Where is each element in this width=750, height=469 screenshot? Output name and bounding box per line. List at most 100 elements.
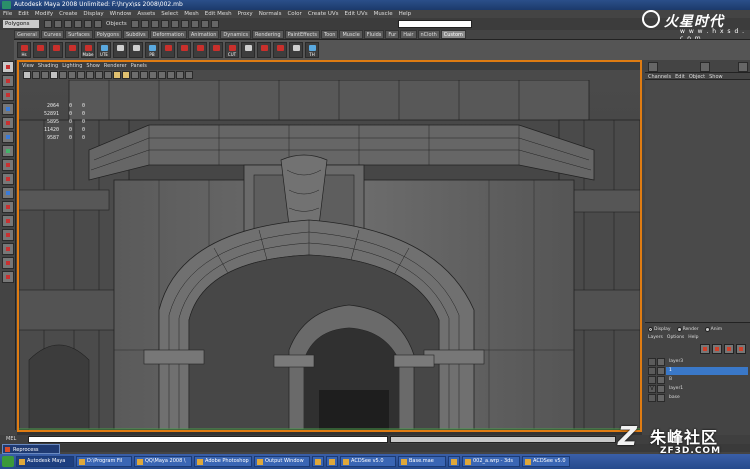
snap-curve-icon[interactable] <box>140 20 149 28</box>
safe-action-icon[interactable] <box>95 71 103 79</box>
layer-mode-option[interactable]: Anim <box>704 327 722 332</box>
command-input[interactable] <box>28 436 388 443</box>
taskbar-item[interactable]: ACDSee v5.0 <box>522 456 570 467</box>
layer-visibility-toggle[interactable] <box>648 367 656 375</box>
shelf-button[interactable]: CUT <box>225 42 239 58</box>
shelf-button[interactable]: Mabe <box>81 42 95 58</box>
layer-row[interactable]: Vlayer1 <box>648 385 748 393</box>
grid-toggle-icon[interactable] <box>50 71 58 79</box>
wireframe-icon[interactable] <box>113 71 121 79</box>
shelf-button[interactable]: TH <box>305 42 319 58</box>
lasso-tool-icon[interactable] <box>2 75 14 87</box>
shelf-button[interactable] <box>289 42 303 58</box>
shelf-tab[interactable]: Surfaces <box>65 30 93 39</box>
menu-item[interactable]: Mesh <box>184 11 198 17</box>
layer-name[interactable]: B <box>666 376 748 384</box>
select-tool-icon[interactable] <box>2 61 14 73</box>
camera-bookmark-icon[interactable] <box>32 71 40 79</box>
shelf-tab[interactable]: Fur <box>385 30 400 39</box>
panel-menu-item[interactable]: Show <box>86 63 100 69</box>
shelf-button[interactable] <box>241 42 255 58</box>
shelf-tab[interactable]: Animation <box>187 30 220 39</box>
menu-item[interactable]: Window <box>110 11 132 17</box>
shelf-tab[interactable]: Subdivs <box>123 30 149 39</box>
soft-mod-tool-icon[interactable] <box>2 159 14 171</box>
single-pane-layout-icon[interactable] <box>2 201 14 213</box>
shelf-button[interactable] <box>129 42 143 58</box>
shelf-button[interactable] <box>49 42 63 58</box>
menu-item[interactable]: Create <box>59 11 77 17</box>
layer-type-toggle[interactable] <box>657 376 665 384</box>
panel-menu-item[interactable]: View <box>22 63 34 69</box>
viewport-panel[interactable]: View Shading Lighting Show Renderer Panels <box>17 60 642 432</box>
shelf-button[interactable] <box>257 42 271 58</box>
layer-row[interactable]: B <box>648 376 748 384</box>
shelf-tab[interactable]: Custom <box>440 30 466 39</box>
new-layer-selected-icon[interactable] <box>712 344 722 354</box>
select-hierarchy-icon[interactable] <box>74 20 82 28</box>
snap-point-icon[interactable] <box>150 20 159 28</box>
layer-menu-item[interactable]: Options <box>667 335 684 340</box>
textured-icon[interactable] <box>140 71 148 79</box>
taskbar-item[interactable]: ACDSee v5.0 <box>340 456 396 467</box>
layer-down-icon[interactable] <box>736 344 746 354</box>
scale-tool-icon[interactable] <box>2 131 14 143</box>
open-scene-icon[interactable] <box>54 20 62 28</box>
shelf-tab[interactable]: Rendering <box>252 30 284 39</box>
select-object-icon[interactable] <box>84 20 92 28</box>
shelf-button[interactable] <box>33 42 47 58</box>
custom-layout-icon[interactable] <box>2 271 14 283</box>
menu-item[interactable]: Normals <box>259 11 282 17</box>
shelf-button[interactable] <box>273 42 287 58</box>
gate-mask-icon[interactable] <box>77 71 85 79</box>
taskbar-item[interactable]: 002_a.wrp - 3ds <box>462 456 520 467</box>
new-layer-icon[interactable] <box>700 344 710 354</box>
high-quality-icon[interactable] <box>185 71 193 79</box>
taskbar-item[interactable] <box>448 456 460 467</box>
taskbar-item[interactable]: D:\Program Fil <box>76 456 132 467</box>
layer-visibility-toggle[interactable] <box>648 358 656 366</box>
render-icon[interactable] <box>180 20 189 28</box>
layer-type-toggle[interactable] <box>657 394 665 402</box>
menu-item[interactable]: Select <box>161 11 178 17</box>
viewport-scene[interactable]: 2064 0 0 52891 0 0 5895 0 0 11420 0 0 9587 0 0 <box>19 80 640 430</box>
xray-icon[interactable] <box>167 71 175 79</box>
use-all-lights-icon[interactable] <box>149 71 157 79</box>
layer-row[interactable]: layer3 <box>648 358 748 366</box>
shelf-button[interactable] <box>161 42 175 58</box>
paint-select-tool-icon[interactable] <box>2 89 14 101</box>
hypershade-layout-icon[interactable] <box>2 257 14 269</box>
save-scene-icon[interactable] <box>64 20 72 28</box>
shelf-button[interactable] <box>113 42 127 58</box>
layer-menu-item[interactable]: Layers <box>648 335 663 340</box>
menu-item[interactable]: Modify <box>35 11 53 17</box>
rotate-tool-icon[interactable] <box>2 117 14 129</box>
menu-set-select[interactable]: Polygons <box>3 20 39 28</box>
radio-button[interactable] <box>676 327 682 332</box>
layer-row[interactable]: 1 <box>648 367 748 375</box>
reprocess-window[interactable]: Reprocess <box>2 444 60 454</box>
menu-item[interactable]: Edit <box>18 11 29 17</box>
history-icon[interactable] <box>170 20 179 28</box>
menu-item[interactable]: File <box>3 11 12 17</box>
shelf-tab[interactable]: Toon <box>320 30 339 39</box>
last-tool-icon[interactable] <box>2 187 14 199</box>
select-component-icon[interactable] <box>94 20 102 28</box>
panel-menu-item[interactable]: Renderer <box>104 63 127 69</box>
taskbar-item[interactable]: Base.mae <box>398 456 446 467</box>
start-button[interactable] <box>2 456 14 467</box>
shelf-tab[interactable]: Hair <box>400 30 417 39</box>
attribute-editor-toggle-icon[interactable] <box>700 62 710 72</box>
tool-settings-toggle-icon[interactable] <box>738 62 748 72</box>
film-gate-icon[interactable] <box>59 71 67 79</box>
move-tool-icon[interactable] <box>2 103 14 115</box>
menu-item[interactable]: Edit UVs <box>345 11 368 17</box>
shelf-button[interactable] <box>65 42 79 58</box>
command-language-label[interactable]: MEL <box>6 435 16 444</box>
shelf-button[interactable]: Hs <box>17 42 31 58</box>
name-field[interactable] <box>398 20 472 28</box>
layer-visibility-toggle[interactable] <box>648 376 656 384</box>
layer-mode-option[interactable]: Render <box>676 327 699 332</box>
panel-menu-item[interactable]: Shading <box>38 63 58 69</box>
manipulator-tool-icon[interactable] <box>2 145 14 157</box>
